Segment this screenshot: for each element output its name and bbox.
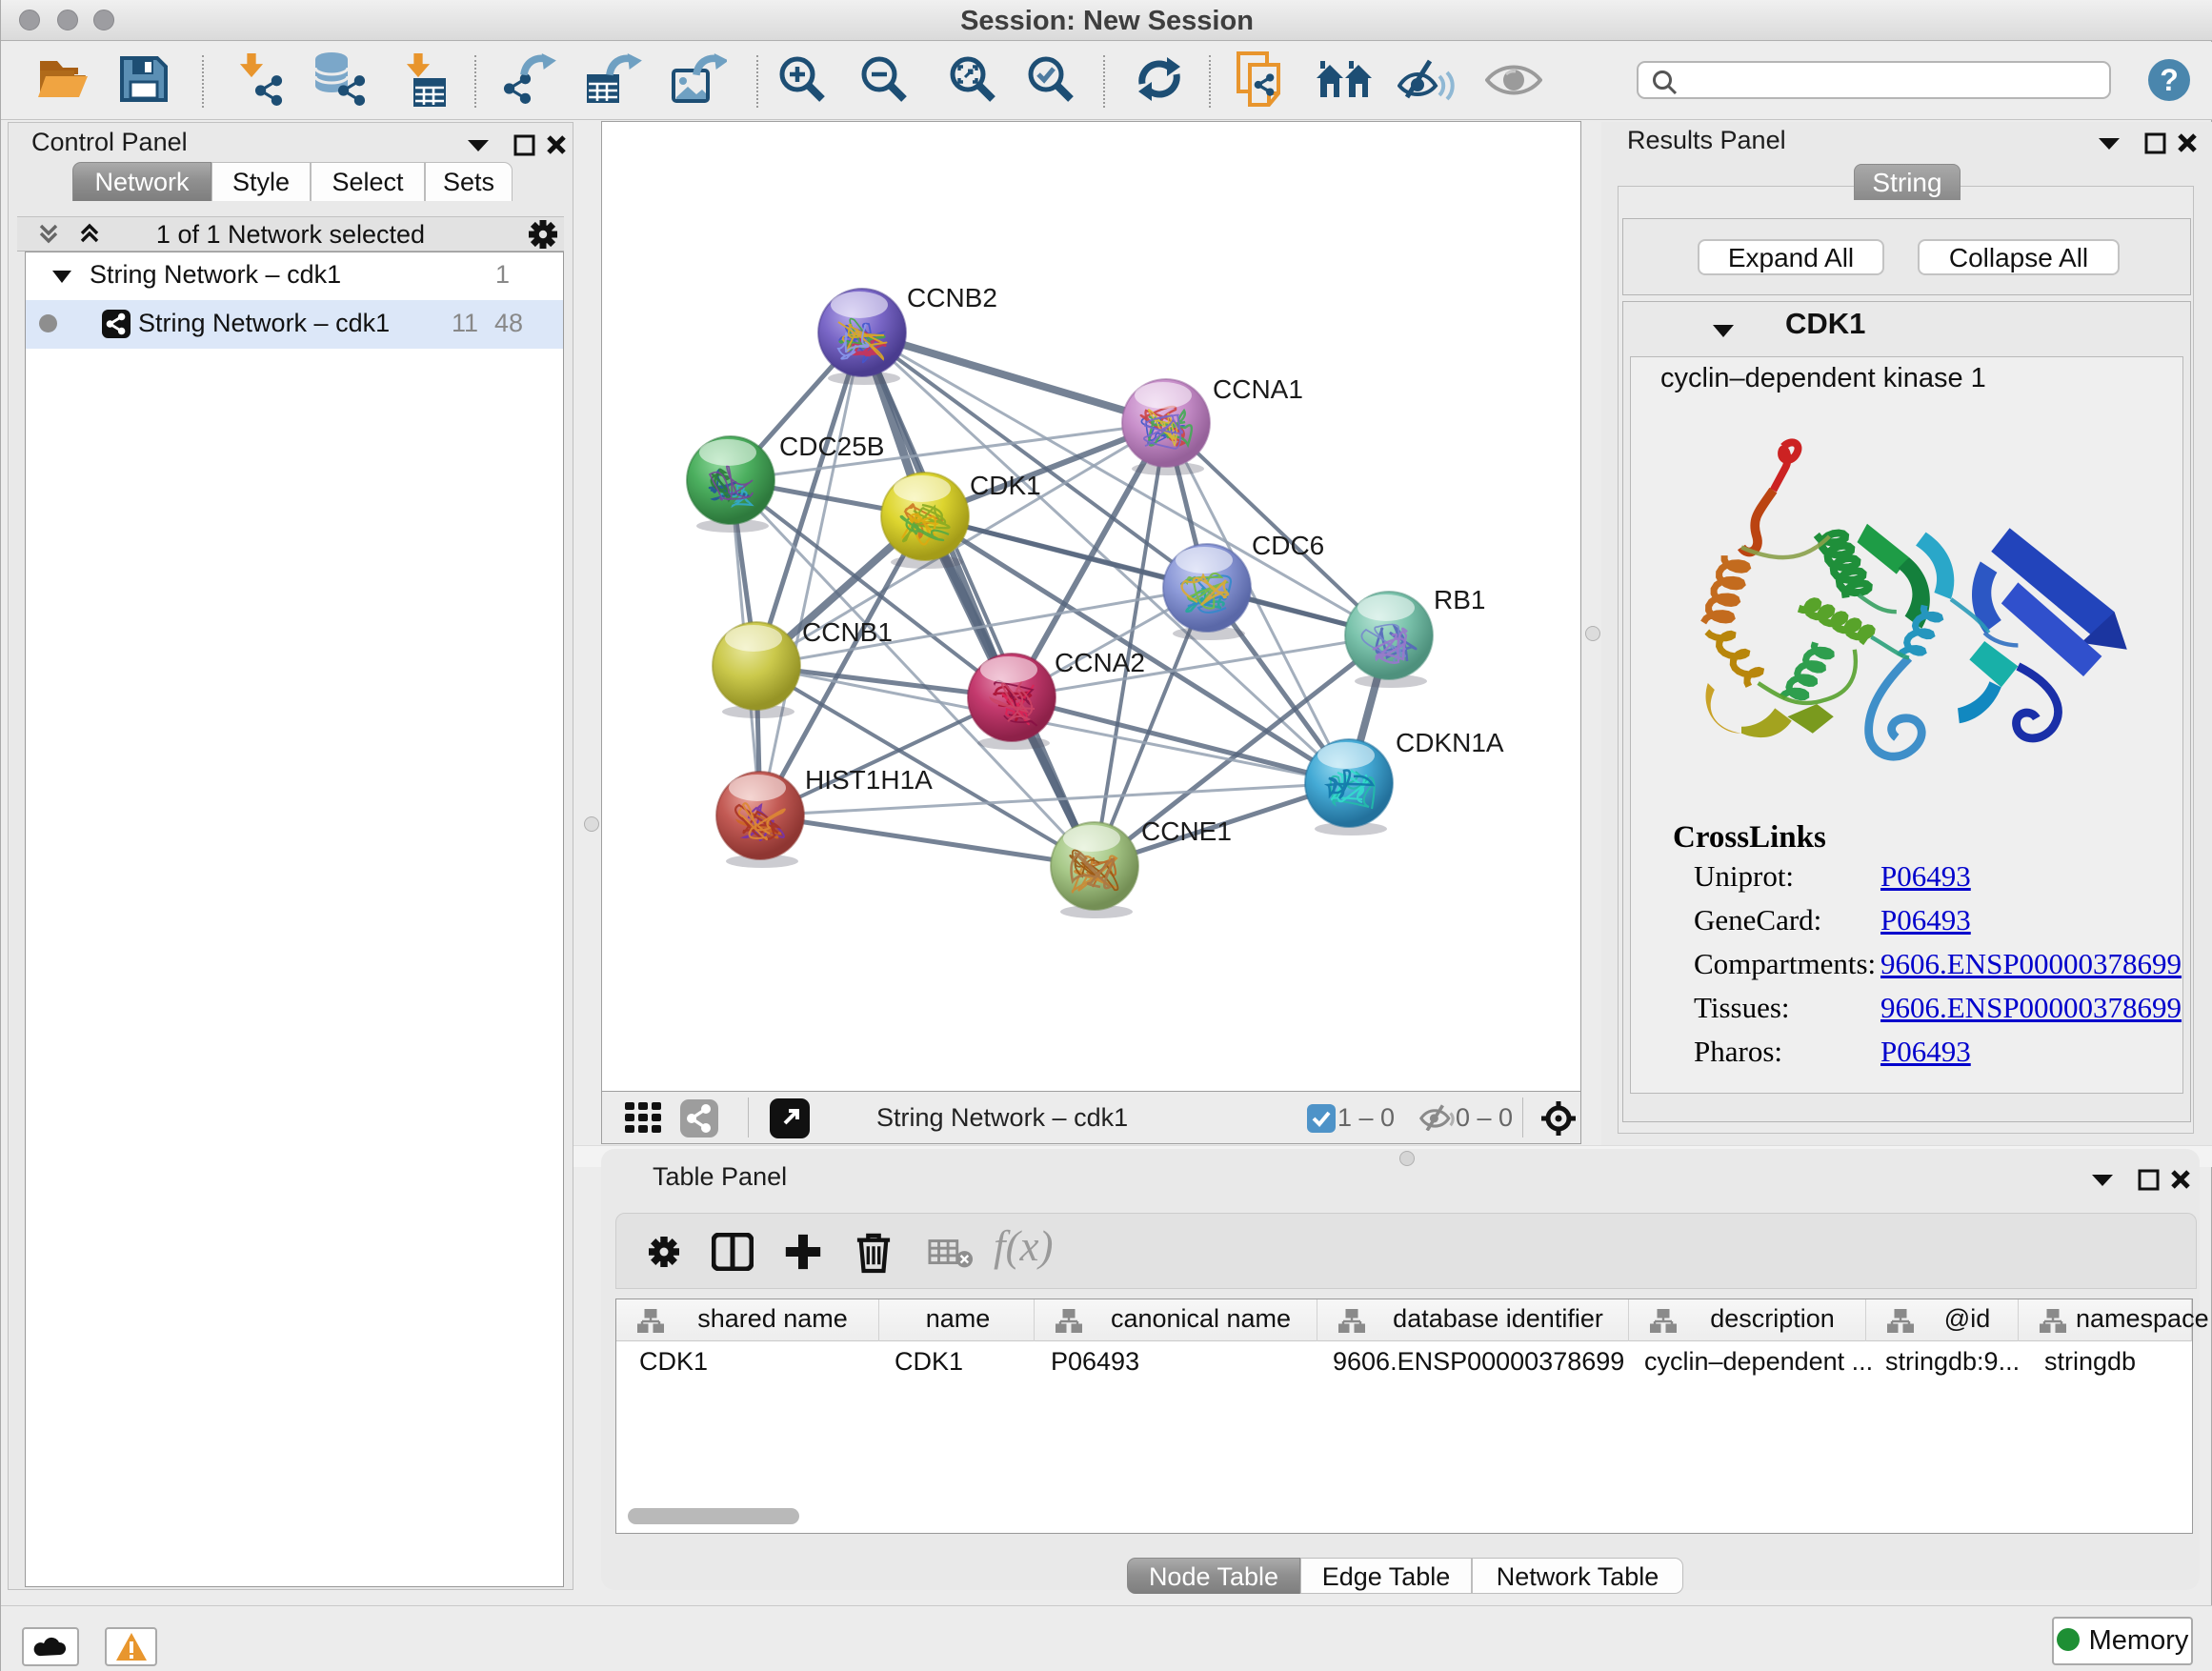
svg-text:CCNE1: CCNE1 bbox=[1141, 816, 1232, 846]
svg-text:CCNB2: CCNB2 bbox=[907, 283, 997, 312]
svg-text:?: ? bbox=[2160, 63, 2179, 97]
svg-text:RB1: RB1 bbox=[1434, 585, 1485, 614]
svg-text:CDC25B: CDC25B bbox=[779, 432, 884, 461]
svg-text:CCNA2: CCNA2 bbox=[1055, 648, 1145, 677]
svg-text:CDK1: CDK1 bbox=[970, 471, 1041, 500]
svg-text:CCNB1: CCNB1 bbox=[802, 617, 893, 647]
svg-text:CCNA1: CCNA1 bbox=[1213, 374, 1303, 404]
svg-text:CDC6: CDC6 bbox=[1252, 531, 1324, 560]
svg-text:HIST1H1A: HIST1H1A bbox=[805, 765, 933, 795]
svg-text:CDKN1A: CDKN1A bbox=[1396, 728, 1504, 757]
